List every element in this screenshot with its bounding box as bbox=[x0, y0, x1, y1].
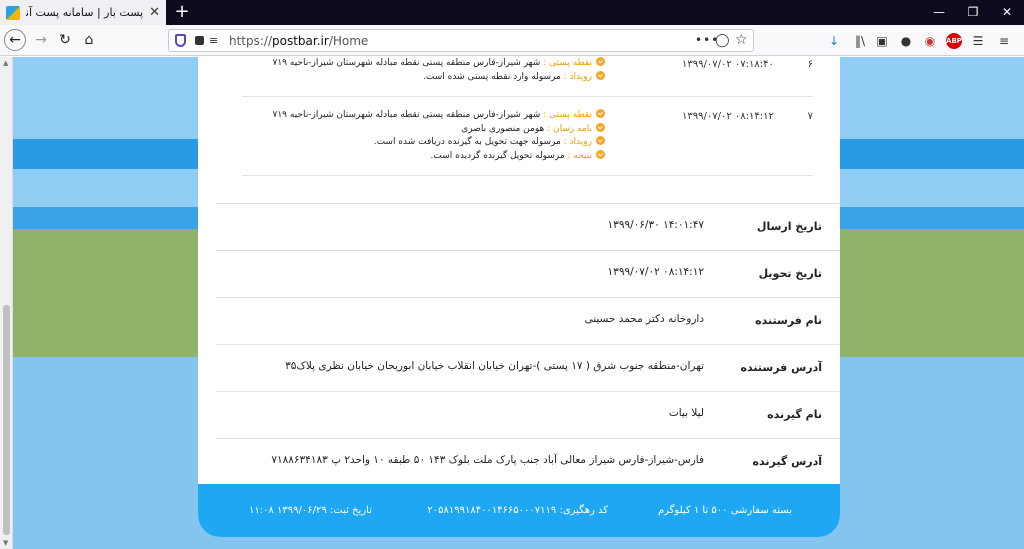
extensions-icon[interactable]: ☰ bbox=[970, 33, 986, 49]
library-icon[interactable]: ‖\ bbox=[852, 33, 868, 49]
tab-bar: پست بار | سامانه پست آنلاین کشور ✕ + — ❐… bbox=[0, 0, 1024, 25]
divider bbox=[242, 96, 813, 97]
detail-label: نام گیرنده bbox=[767, 408, 822, 421]
url-host: postbar.ir bbox=[272, 34, 329, 48]
close-tab-icon[interactable]: ✕ bbox=[149, 5, 160, 20]
url-text[interactable]: https://postbar.ir/Home bbox=[229, 34, 368, 48]
event-row: ۶ ۱۳۹۹/۰۷/۰۲ ۰۷:۱۸:۴۰ نقطه پستی : شهر شی… bbox=[242, 57, 813, 97]
event-number: ۷ bbox=[807, 111, 813, 122]
event-date: ۱۳۹۹/۰۷/۰۲ ۰۷:۱۸:۴۰ bbox=[682, 59, 774, 70]
tracking-code: کد رهگیری: ۲۰۵۸۱۹۹۱۸۴۰۰۱۴۶۶۵۰۰۰۷۱۱۹ bbox=[427, 505, 608, 516]
event-line-label: نقطه پستی : bbox=[543, 58, 592, 68]
sidebar-icon[interactable]: ▣ bbox=[874, 33, 890, 49]
check-circle-icon bbox=[596, 57, 605, 66]
card-footer: بسته سفارشی ۵۰۰ تا ۱ کیلوگرم کد رهگیری: … bbox=[198, 484, 840, 537]
event-line-text: مرسوله جهت تحویل به گیرنده دریافت شده اس… bbox=[373, 137, 564, 147]
detail-label: آدرس گیرنده bbox=[752, 455, 822, 468]
detail-row-delivery-date: تاریخ تحویل ۱۳۹۹/۰۷/۰۲ ۰۸:۱۴:۱۲ bbox=[216, 250, 840, 297]
scroll-thumb[interactable] bbox=[3, 305, 10, 535]
detail-label: نام فرستنده bbox=[755, 314, 822, 327]
new-tab-button[interactable]: + bbox=[172, 2, 192, 22]
registration-date: تاریخ ثبت: ۱۳۹۹/۰۶/۲۹ ۱۱:۰۸ bbox=[248, 505, 372, 516]
detail-value: فارس-شیراز-فارس شیراز معالی آباد جنب پار… bbox=[271, 454, 704, 466]
event-line-text: هومن منصوری باصری bbox=[461, 123, 548, 134]
event-number: ۶ bbox=[807, 59, 813, 70]
forward-icon[interactable]: → bbox=[30, 29, 52, 51]
event-line-text: مرسوله وارد نقطه پستی شده است. bbox=[423, 71, 564, 82]
tracking-protection-icon[interactable] bbox=[175, 34, 186, 47]
detail-value: ۱۳۹۹/۰۶/۳۰ ۱۴:۰۱:۴۷ bbox=[607, 219, 704, 231]
detail-row-sender-name: نام فرستنده داروخانه دکتر محمد حسینی bbox=[216, 297, 840, 344]
detail-value: ۱۳۹۹/۰۷/۰۲ ۰۸:۱۴:۱۲ bbox=[607, 266, 704, 278]
restore-icon[interactable]: ❐ bbox=[956, 0, 990, 25]
scrollbar[interactable]: ▲ ▼ bbox=[0, 57, 13, 549]
event-line-label: رویداد : bbox=[563, 71, 592, 82]
home-icon[interactable]: ⌂ bbox=[78, 29, 100, 51]
check-circle-icon bbox=[596, 122, 605, 132]
scroll-up-icon[interactable]: ▲ bbox=[3, 59, 8, 67]
event-line-label: نتیجه : bbox=[567, 150, 592, 161]
event-line: نامه رسان : هومن منصوری باصری bbox=[285, 122, 605, 137]
address-bar[interactable]: ≡ https://postbar.ir/Home ••• ◯ ☆ bbox=[168, 29, 754, 52]
menu-icon[interactable]: ≡ bbox=[996, 33, 1012, 49]
bookmark-star-icon[interactable]: ☆ bbox=[735, 32, 748, 48]
scroll-down-icon[interactable]: ▼ bbox=[3, 539, 8, 547]
tab-title: پست بار | سامانه پست آنلاین کشور bbox=[26, 6, 144, 19]
event-line: نتیجه : مرسوله تحویل گیرنده گردیده است. bbox=[285, 149, 605, 164]
download-icon[interactable]: ↓ bbox=[826, 33, 842, 49]
detail-row-receiver-name: نام گیرنده لیلا بیات bbox=[216, 391, 840, 438]
check-circle-icon bbox=[596, 70, 605, 80]
detail-label: تاریخ ارسال bbox=[756, 220, 822, 233]
detail-value: داروخانه دکتر محمد حسینی bbox=[584, 313, 704, 325]
permissions-icon[interactable]: ≡ bbox=[209, 34, 218, 47]
package-type: بسته سفارشی ۵۰۰ تا ۱ کیلوگرم bbox=[657, 505, 792, 516]
event-details: نقطه پستی : شهر شیراز-فارس منطقه پستی نق… bbox=[273, 57, 605, 85]
event-line-text: شهر شیراز-فارس منطقه پستی نقطه مبادله شه… bbox=[272, 58, 544, 68]
navigation-toolbar: ← → ↻ ⌂ ≡ https://postbar.ir/Home ••• ◯ … bbox=[0, 25, 1024, 56]
event-line: نقطه پستی : شهر شیراز-فارس منطقه پستی نق… bbox=[273, 109, 605, 123]
event-line-text: شهر شیراز-فارس منطقه پستی نقطه مبادله شه… bbox=[272, 110, 544, 120]
detail-row-receiver-address: آدرس گیرنده فارس-شیراز-فارس شیراز معالی … bbox=[216, 438, 840, 485]
tab-postbar[interactable]: پست بار | سامانه پست آنلاین کشور ✕ bbox=[0, 0, 166, 25]
account-icon[interactable]: ● bbox=[898, 33, 914, 49]
event-line-label: رویداد : bbox=[563, 137, 592, 147]
url-path: /Home bbox=[328, 34, 369, 48]
event-row: ۷ ۱۳۹۹/۰۷/۰۲ ۰۸:۱۴:۱۲ نقطه پستی : شهر شی… bbox=[242, 109, 813, 179]
url-scheme: https:// bbox=[229, 34, 273, 48]
event-line: نقطه پستی : شهر شیراز-فارس منطقه پستی نق… bbox=[273, 57, 605, 71]
check-circle-icon bbox=[596, 136, 605, 145]
site-favicon-icon bbox=[6, 5, 20, 20]
detail-row-sender-address: آدرس فرستنده تهران-منطقه جنوب شرق ( ۱۷ پ… bbox=[216, 344, 840, 391]
event-line-label: نقطه پستی : bbox=[543, 110, 592, 120]
event-line: رویداد : مرسوله وارد نقطه پستی شده است. bbox=[285, 70, 605, 85]
tracking-result-card: ۶ ۱۳۹۹/۰۷/۰۲ ۰۷:۱۸:۴۰ نقطه پستی : شهر شی… bbox=[198, 57, 840, 537]
detail-row-send-date: تاریخ ارسال ۱۳۹۹/۰۶/۳۰ ۱۴:۰۱:۴۷ bbox=[216, 203, 840, 250]
event-line-text: مرسوله تحویل گیرنده گردیده است. bbox=[430, 150, 568, 161]
minimize-icon[interactable]: — bbox=[922, 0, 956, 25]
event-line-label: نامه رسان : bbox=[547, 123, 592, 134]
detail-label: تاریخ تحویل bbox=[758, 267, 822, 280]
detail-label: آدرس فرستنده bbox=[740, 361, 822, 374]
window-close-icon[interactable]: ✕ bbox=[990, 0, 1024, 25]
adblock-icon[interactable]: ABP bbox=[946, 33, 962, 49]
detail-value: تهران-منطقه جنوب شرق ( ۱۷ پستی )-تهران خ… bbox=[285, 360, 704, 372]
divider bbox=[242, 175, 813, 176]
back-icon[interactable]: ← bbox=[4, 29, 26, 51]
lock-icon[interactable] bbox=[195, 36, 204, 45]
extension-icon[interactable]: ◉ bbox=[922, 33, 938, 49]
pocket-icon[interactable]: ◯ bbox=[715, 33, 730, 48]
reload-icon[interactable]: ↻ bbox=[54, 29, 76, 51]
page-viewport: ▲ ▼ ۶ ۱۳۹۹/۰۷/۰۲ ۰۷:۱۸:۴۰ نقطه پستی : شه… bbox=[0, 57, 1024, 549]
check-circle-icon bbox=[596, 149, 605, 159]
event-date: ۱۳۹۹/۰۷/۰۲ ۰۸:۱۴:۱۲ bbox=[682, 111, 774, 122]
detail-value: لیلا بیات bbox=[668, 407, 704, 419]
event-details: نقطه پستی : شهر شیراز-فارس منطقه پستی نق… bbox=[273, 109, 605, 164]
event-line: رویداد : مرسوله جهت تحویل به گیرنده دریا… bbox=[285, 136, 605, 150]
check-circle-icon bbox=[596, 109, 605, 118]
